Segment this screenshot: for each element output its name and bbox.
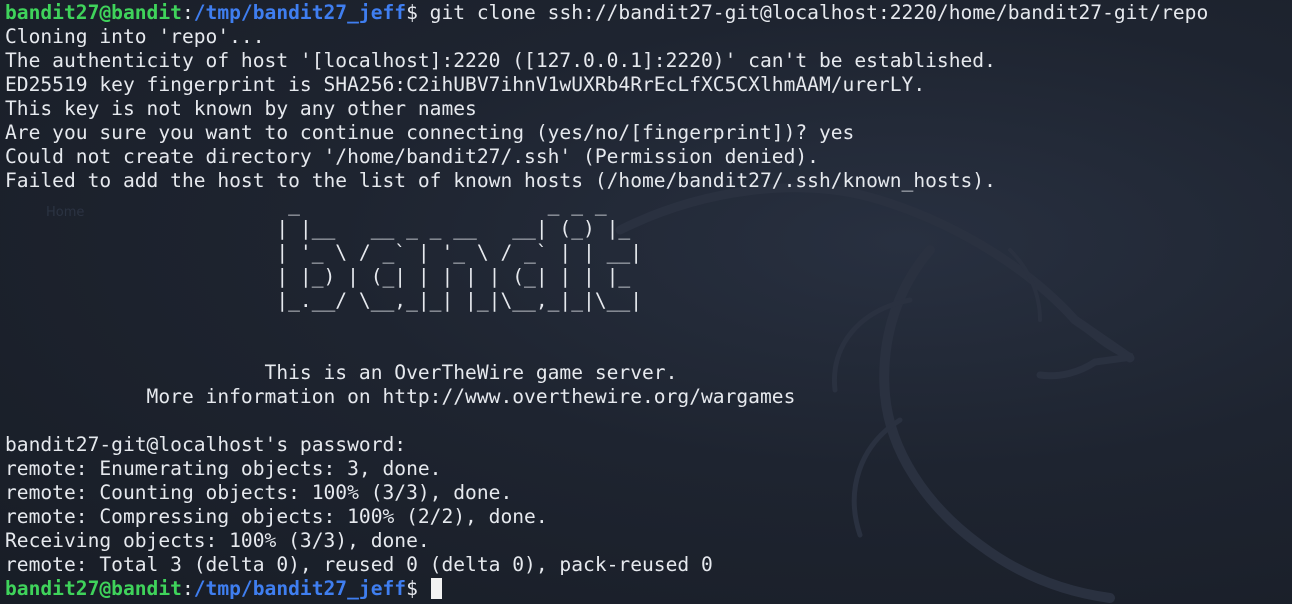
banner-line: | |_) | (_| | | | | (_| | | |_ [5, 265, 643, 288]
output-line: Failed to add the host to the list of kn… [5, 169, 996, 192]
banner-line [5, 313, 1208, 337]
output-line: remote: Enumerating objects: 3, done. [5, 457, 442, 480]
output-line: ED25519 key fingerprint is SHA256:C2ihUB… [5, 73, 926, 96]
prompt-symbol: $ [406, 577, 418, 600]
active-prompt-line[interactable]: bandit27@bandit:/tmp/bandit27_jeff$ [5, 577, 1208, 601]
output-line: The authenticity of host '[localhost]:22… [5, 49, 996, 72]
prompt-user: bandit27@bandit [5, 1, 182, 24]
banner-line: More information on http://www.overthewi… [5, 385, 796, 408]
terminal-cursor[interactable] [430, 578, 442, 599]
prompt-symbol: $ [406, 1, 418, 24]
output-line: Cloning into 'repo'... [5, 25, 265, 48]
banner-line: | '_ \ / _` | '_ \ / _` | | __| [5, 241, 643, 264]
prompt-path: /tmp/bandit27_jeff [193, 1, 407, 24]
command-text: git clone ssh://bandit27-git@localhost:2… [417, 1, 1209, 24]
banner-line: _ _ _ _ [5, 193, 643, 216]
output-line: Receiving objects: 100% (3/3), done. [5, 529, 430, 552]
terminal-window[interactable]: Home bandit27@bandit:/tmp/bandit27_jeff$… [0, 0, 1292, 604]
output-line: remote: Counting objects: 100% (3/3), do… [5, 481, 513, 504]
banner-line: This is an OverTheWire game server. [5, 361, 678, 384]
prompt-separator: : [181, 1, 194, 24]
output-line: Could not create directory '/home/bandit… [5, 145, 819, 168]
banner-line: | |__ __ _ _ __ __| (_) |_ [5, 217, 643, 240]
prompt-path: /tmp/bandit27_jeff [193, 577, 407, 600]
banner-line [5, 409, 1208, 433]
output-line: remote: Total 3 (delta 0), reused 0 (del… [5, 553, 713, 576]
output-line: bandit27-git@localhost's password: [5, 433, 418, 456]
banner-line [5, 337, 1208, 361]
terminal-output: bandit27@bandit:/tmp/bandit27_jeff$ git … [5, 1, 1208, 601]
prompt-separator: : [181, 577, 194, 600]
output-line: remote: Compressing objects: 100% (2/2),… [5, 505, 548, 528]
output-line: This key is not known by any other names [5, 97, 477, 120]
command-line: bandit27@bandit:/tmp/bandit27_jeff$ git … [5, 1, 1208, 25]
prompt-user: bandit27@bandit [5, 577, 182, 600]
output-line: Are you sure you want to continue connec… [5, 121, 855, 144]
banner-line: |_.__/ \__,_|_| |_|\__,_|_|\__| [5, 289, 643, 312]
